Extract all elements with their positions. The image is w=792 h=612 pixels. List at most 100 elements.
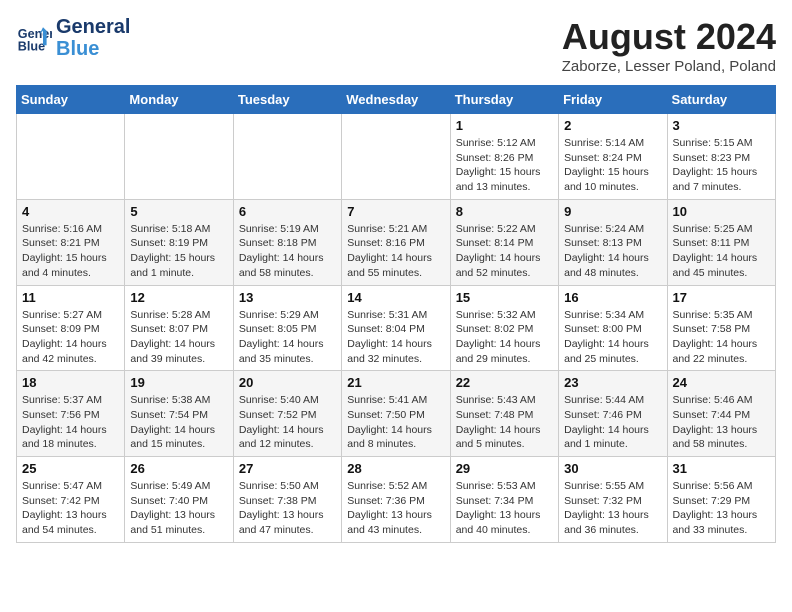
day-info: Sunrise: 5:31 AM Sunset: 8:04 PM Dayligh… (347, 308, 444, 367)
calendar-cell: 10 Sunrise: 5:25 AM Sunset: 8:11 PM Dayli… (667, 199, 775, 285)
day-info: Sunrise: 5:21 AM Sunset: 8:16 PM Dayligh… (347, 222, 444, 281)
calendar-cell: 19 Sunrise: 5:38 AM Sunset: 7:54 PM Dayli… (125, 371, 233, 457)
calendar-header: SundayMondayTuesdayWednesdayThursdayFrid… (17, 86, 776, 114)
calendar-cell: 6 Sunrise: 5:19 AM Sunset: 8:18 PM Daylig… (233, 199, 341, 285)
day-number: 11 (22, 290, 119, 305)
day-of-week-monday: Monday (125, 86, 233, 114)
calendar-cell: 23Sunrise: 5:44 AM Sunset: 7:46 PM Dayli… (559, 371, 667, 457)
day-info: Sunrise: 5:24 AM Sunset: 8:13 PM Dayligh… (564, 222, 661, 281)
day-of-week-tuesday: Tuesday (233, 86, 341, 114)
day-info: Sunrise: 5:40 AM Sunset: 7:52 PM Dayligh… (239, 393, 336, 452)
calendar-cell: 22 Sunrise: 5:43 AM Sunset: 7:48 PM Dayli… (450, 371, 558, 457)
logo-text-line2: Blue (56, 38, 130, 60)
calendar-cell: 30 Sunrise: 5:55 AM Sunset: 7:32 PM Dayli… (559, 457, 667, 543)
calendar-cell: 15Sunrise: 5:32 AM Sunset: 8:02 PM Dayli… (450, 285, 558, 371)
day-info: Sunrise: 5:55 AM Sunset: 7:32 PM Dayligh… (564, 479, 661, 538)
location: Zaborze, Lesser Poland, Poland (562, 58, 776, 75)
day-info: Sunrise: 5:32 AM Sunset: 8:02 PM Dayligh… (456, 308, 553, 367)
day-info: Sunrise: 5:27 AM Sunset: 8:09 PM Dayligh… (22, 308, 119, 367)
day-number: 9 (564, 204, 661, 219)
calendar-cell: 7 Sunrise: 5:21 AM Sunset: 8:16 PM Daylig… (342, 199, 450, 285)
calendar-cell: 27 Sunrise: 5:50 AM Sunset: 7:38 PM Dayli… (233, 457, 341, 543)
day-info: Sunrise: 5:47 AM Sunset: 7:42 PM Dayligh… (22, 479, 119, 538)
day-number: 16 (564, 290, 661, 305)
calendar-cell: 29 Sunrise: 5:53 AM Sunset: 7:34 PM Dayli… (450, 457, 558, 543)
calendar-cell (17, 114, 125, 200)
day-number: 1 (456, 118, 553, 133)
calendar-cell: 31Sunrise: 5:56 AM Sunset: 7:29 PM Dayli… (667, 457, 775, 543)
day-info: Sunrise: 5:14 AM Sunset: 8:24 PM Dayligh… (564, 136, 661, 195)
day-number: 18 (22, 375, 119, 390)
calendar-cell: 11 Sunrise: 5:27 AM Sunset: 8:09 PM Dayli… (17, 285, 125, 371)
day-info: Sunrise: 5:43 AM Sunset: 7:48 PM Dayligh… (456, 393, 553, 452)
day-of-week-sunday: Sunday (17, 86, 125, 114)
day-info: Sunrise: 5:49 AM Sunset: 7:40 PM Dayligh… (130, 479, 227, 538)
day-info: Sunrise: 5:52 AM Sunset: 7:36 PM Dayligh… (347, 479, 444, 538)
calendar-cell: 3Sunrise: 5:15 AM Sunset: 8:23 PM Daylig… (667, 114, 775, 200)
calendar-body: 1 Sunrise: 5:12 AM Sunset: 8:26 PM Daylig… (17, 114, 776, 543)
day-number: 26 (130, 461, 227, 476)
day-number: 13 (239, 290, 336, 305)
day-number: 5 (130, 204, 227, 219)
calendar-cell: 24 Sunrise: 5:46 AM Sunset: 7:44 PM Dayli… (667, 371, 775, 457)
day-number: 2 (564, 118, 661, 133)
day-number: 24 (673, 375, 770, 390)
day-number: 6 (239, 204, 336, 219)
page-header: General Blue General Blue August 2024 Za… (16, 16, 776, 75)
week-row-2: 4Sunrise: 5:16 AM Sunset: 8:21 PM Daylig… (17, 199, 776, 285)
calendar-cell: 17 Sunrise: 5:35 AM Sunset: 7:58 PM Dayli… (667, 285, 775, 371)
day-info: Sunrise: 5:28 AM Sunset: 8:07 PM Dayligh… (130, 308, 227, 367)
day-number: 7 (347, 204, 444, 219)
day-number: 25 (22, 461, 119, 476)
day-number: 28 (347, 461, 444, 476)
calendar-cell (342, 114, 450, 200)
calendar-cell: 26 Sunrise: 5:49 AM Sunset: 7:40 PM Dayli… (125, 457, 233, 543)
day-number: 20 (239, 375, 336, 390)
day-number: 27 (239, 461, 336, 476)
day-number: 10 (673, 204, 770, 219)
week-row-1: 1 Sunrise: 5:12 AM Sunset: 8:26 PM Daylig… (17, 114, 776, 200)
logo: General Blue General Blue (16, 16, 130, 60)
day-number: 30 (564, 461, 661, 476)
calendar-cell: 21 Sunrise: 5:41 AM Sunset: 7:50 PM Dayli… (342, 371, 450, 457)
calendar-cell: 13 Sunrise: 5:29 AM Sunset: 8:05 PM Dayli… (233, 285, 341, 371)
day-number: 21 (347, 375, 444, 390)
day-number: 29 (456, 461, 553, 476)
calendar-cell: 20 Sunrise: 5:40 AM Sunset: 7:52 PM Dayli… (233, 371, 341, 457)
week-row-5: 25 Sunrise: 5:47 AM Sunset: 7:42 PM Dayli… (17, 457, 776, 543)
day-of-week-thursday: Thursday (450, 86, 558, 114)
calendar-cell: 14 Sunrise: 5:31 AM Sunset: 8:04 PM Dayli… (342, 285, 450, 371)
calendar-cell: 5 Sunrise: 5:18 AM Sunset: 8:19 PM Daylig… (125, 199, 233, 285)
day-info: Sunrise: 5:34 AM Sunset: 8:00 PM Dayligh… (564, 308, 661, 367)
day-number: 22 (456, 375, 553, 390)
day-info: Sunrise: 5:56 AM Sunset: 7:29 PM Dayligh… (673, 479, 770, 538)
calendar-table: SundayMondayTuesdayWednesdayThursdayFrid… (16, 85, 776, 543)
day-info: Sunrise: 5:46 AM Sunset: 7:44 PM Dayligh… (673, 393, 770, 452)
title-block: August 2024 Zaborze, Lesser Poland, Pola… (562, 16, 776, 75)
day-of-week-friday: Friday (559, 86, 667, 114)
calendar-cell: 16 Sunrise: 5:34 AM Sunset: 8:00 PM Dayli… (559, 285, 667, 371)
week-row-3: 11 Sunrise: 5:27 AM Sunset: 8:09 PM Dayli… (17, 285, 776, 371)
calendar-cell: 8Sunrise: 5:22 AM Sunset: 8:14 PM Daylig… (450, 199, 558, 285)
day-info: Sunrise: 5:35 AM Sunset: 7:58 PM Dayligh… (673, 308, 770, 367)
day-info: Sunrise: 5:44 AM Sunset: 7:46 PM Dayligh… (564, 393, 661, 452)
day-info: Sunrise: 5:41 AM Sunset: 7:50 PM Dayligh… (347, 393, 444, 452)
day-info: Sunrise: 5:38 AM Sunset: 7:54 PM Dayligh… (130, 393, 227, 452)
day-of-week-saturday: Saturday (667, 86, 775, 114)
day-info: Sunrise: 5:18 AM Sunset: 8:19 PM Dayligh… (130, 222, 227, 281)
day-info: Sunrise: 5:53 AM Sunset: 7:34 PM Dayligh… (456, 479, 553, 538)
day-number: 19 (130, 375, 227, 390)
day-number: 17 (673, 290, 770, 305)
day-info: Sunrise: 5:29 AM Sunset: 8:05 PM Dayligh… (239, 308, 336, 367)
day-info: Sunrise: 5:19 AM Sunset: 8:18 PM Dayligh… (239, 222, 336, 281)
month-title: August 2024 (562, 16, 776, 58)
day-number: 14 (347, 290, 444, 305)
calendar-cell (125, 114, 233, 200)
day-info: Sunrise: 5:22 AM Sunset: 8:14 PM Dayligh… (456, 222, 553, 281)
svg-text:Blue: Blue (18, 40, 45, 54)
day-info: Sunrise: 5:15 AM Sunset: 8:23 PM Dayligh… (673, 136, 770, 195)
day-info: Sunrise: 5:25 AM Sunset: 8:11 PM Dayligh… (673, 222, 770, 281)
calendar-cell: 1 Sunrise: 5:12 AM Sunset: 8:26 PM Daylig… (450, 114, 558, 200)
day-info: Sunrise: 5:12 AM Sunset: 8:26 PM Dayligh… (456, 136, 553, 195)
day-info: Sunrise: 5:50 AM Sunset: 7:38 PM Dayligh… (239, 479, 336, 538)
